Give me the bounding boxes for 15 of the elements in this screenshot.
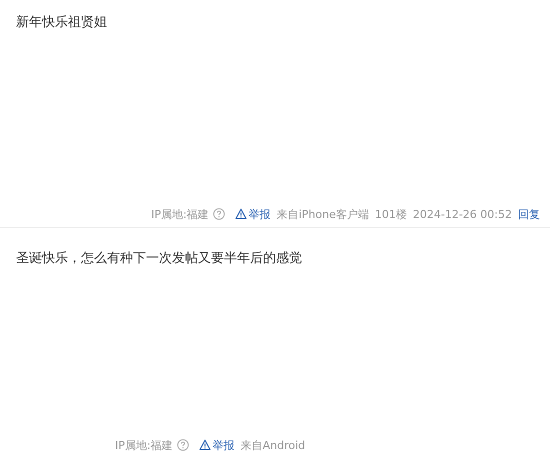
- post-time: 2024-12-26 00:52: [412, 208, 512, 220]
- post-text: 新年快乐祖贤姐: [16, 14, 108, 32]
- post-text: 圣诞快乐，怎么有种下一次发帖又要半年后的感觉: [16, 250, 303, 268]
- help-icon[interactable]: [212, 208, 225, 220]
- ip-location: IP属地:福建: [151, 206, 209, 222]
- ip-location: IP属地:福建: [115, 438, 173, 452]
- warning-icon: [234, 208, 247, 220]
- warning-icon: [198, 439, 211, 451]
- client-source: 来自Android: [240, 438, 306, 452]
- help-icon[interactable]: [176, 439, 189, 451]
- client-source: 来自iPhone客户端: [276, 206, 369, 222]
- reply-link[interactable]: 回复: [518, 206, 540, 222]
- floor-number: 101楼: [374, 206, 407, 222]
- report-link[interactable]: 举报: [234, 206, 271, 222]
- report-link[interactable]: 举报: [198, 438, 235, 452]
